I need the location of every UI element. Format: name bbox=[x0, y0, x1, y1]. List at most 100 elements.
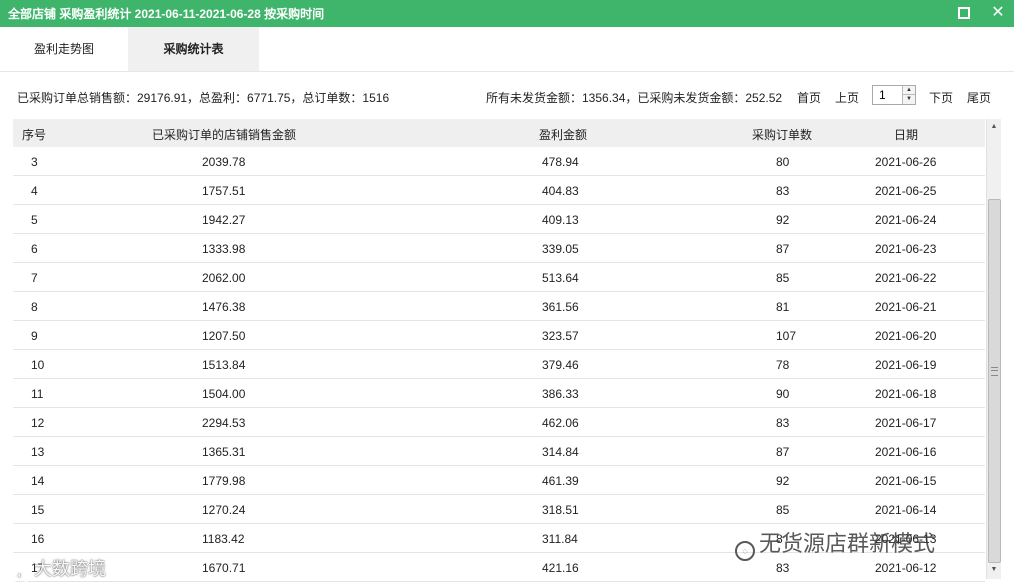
table-row[interactable]: 8 1476.38 361.56 81 2021-06-21 bbox=[13, 292, 985, 321]
cell-profit: 478.94 bbox=[542, 155, 579, 169]
cell-orders: 85 bbox=[776, 503, 790, 517]
cell-profit: 462.06 bbox=[542, 416, 579, 430]
cell-date: 2021-06-26 bbox=[875, 155, 937, 169]
cell-index: 9 bbox=[31, 329, 38, 343]
maximize-button[interactable] bbox=[955, 4, 973, 22]
table-row[interactable]: 12 2294.53 462.06 83 2021-06-17 bbox=[13, 408, 985, 437]
cell-sales: 1365.31 bbox=[202, 445, 246, 459]
table-row[interactable]: 15 1270.24 318.51 85 2021-06-14 bbox=[13, 495, 985, 524]
cell-sales: 1270.24 bbox=[202, 503, 246, 517]
scroll-thumb[interactable] bbox=[988, 199, 1001, 563]
table-header: 序号 已采购订单的店铺销售金额 盈利金额 采购订单数 日期 bbox=[13, 119, 985, 147]
cell-index: 7 bbox=[31, 271, 38, 285]
pager-first-button[interactable]: 首页 bbox=[797, 89, 821, 106]
cell-index: 6 bbox=[31, 242, 38, 256]
table-row[interactable]: 4 1757.51 404.83 83 2021-06-25 bbox=[13, 176, 985, 205]
cell-profit: 318.51 bbox=[542, 503, 579, 517]
spin-down-icon[interactable]: ▼ bbox=[902, 95, 915, 104]
cell-orders: 83 bbox=[776, 184, 790, 198]
page-number-stepper[interactable]: ▲ ▼ bbox=[872, 85, 916, 105]
cell-date: 2021-06-24 bbox=[875, 213, 937, 227]
purchase-stats-table: 序号 已采购订单的店铺销售金额 盈利金额 采购订单数 日期 3 2039.78 47… bbox=[13, 119, 985, 585]
cell-orders: 78 bbox=[776, 358, 790, 372]
cell-orders: 83 bbox=[776, 561, 790, 575]
vertical-scrollbar[interactable]: ▲ ▼ bbox=[986, 119, 1001, 579]
cell-profit: 461.39 bbox=[542, 474, 579, 488]
cell-date: 2021-06-17 bbox=[875, 416, 937, 430]
cell-sales: 1333.98 bbox=[202, 242, 246, 256]
cell-date: 2021-06-20 bbox=[875, 329, 937, 343]
table-row[interactable]: 3 2039.78 478.94 80 2021-06-26 bbox=[13, 147, 985, 176]
scroll-down-icon[interactable]: ▼ bbox=[987, 563, 1001, 577]
wechat-icon: ◌ bbox=[735, 541, 755, 561]
cell-index: 11 bbox=[31, 387, 44, 401]
watermark-left: ◐ 大数跨境 bbox=[10, 555, 106, 585]
cell-sales: 2294.53 bbox=[202, 416, 246, 430]
cell-orders: 87 bbox=[776, 445, 790, 459]
column-header-sales[interactable]: 已采购订单的店铺销售金额 bbox=[152, 126, 296, 143]
cell-sales: 2062.00 bbox=[202, 271, 246, 285]
cell-sales: 1183.42 bbox=[202, 532, 245, 546]
pager-prev-button[interactable]: 上页 bbox=[835, 89, 859, 106]
table-row[interactable]: 7 2062.00 513.64 85 2021-06-22 bbox=[13, 263, 985, 292]
cell-sales: 2039.78 bbox=[202, 155, 246, 169]
cell-profit: 513.64 bbox=[542, 271, 579, 285]
table-row[interactable]: 6 1333.98 339.05 87 2021-06-23 bbox=[13, 234, 985, 263]
summary-unshipped: 所有未发货金额：1356.34，已采购未发货金额：252.52 bbox=[486, 91, 783, 105]
pager-last-button[interactable]: 尾页 bbox=[967, 89, 991, 106]
scroll-up-icon[interactable]: ▲ bbox=[987, 120, 1001, 134]
cell-date: 2021-06-21 bbox=[875, 300, 937, 314]
column-header-profit[interactable]: 盈利金额 bbox=[539, 126, 587, 143]
title-bar: 全部店铺 采购盈利统计 2021-06-11-2021-06-28 按采购时间 … bbox=[0, 0, 1014, 27]
cell-orders: 81 bbox=[776, 300, 790, 314]
table-row[interactable]: 11 1504.00 386.33 90 2021-06-18 bbox=[13, 379, 985, 408]
column-header-index[interactable]: 序号 bbox=[22, 126, 46, 143]
cell-date: 2021-06-25 bbox=[875, 184, 937, 198]
table-row[interactable]: 10 1513.84 379.46 78 2021-06-19 bbox=[13, 350, 985, 379]
cell-sales: 1207.50 bbox=[202, 329, 246, 343]
cell-index: 8 bbox=[31, 300, 38, 314]
cell-index: 5 bbox=[31, 213, 38, 227]
cell-orders: 83 bbox=[776, 416, 790, 430]
table-row[interactable]: 13 1365.31 314.84 87 2021-06-16 bbox=[13, 437, 985, 466]
cell-date: 2021-06-22 bbox=[875, 271, 937, 285]
cell-date: 2021-06-23 bbox=[875, 242, 937, 256]
cell-profit: 314.84 bbox=[542, 445, 579, 459]
cell-sales: 1504.00 bbox=[202, 387, 246, 401]
cell-profit: 404.83 bbox=[542, 184, 579, 198]
tab-purchase-stats[interactable]: 采购统计表 bbox=[128, 27, 259, 71]
window-title: 全部店铺 采购盈利统计 2021-06-11-2021-06-28 按采购时间 bbox=[8, 7, 325, 21]
pager-next-button[interactable]: 下页 bbox=[929, 89, 953, 106]
cell-index: 14 bbox=[31, 474, 45, 488]
cell-index: 16 bbox=[31, 532, 45, 546]
cell-orders: 92 bbox=[776, 213, 790, 227]
cell-date: 2021-06-16 bbox=[875, 445, 937, 459]
cell-profit: 311.84 bbox=[542, 532, 578, 546]
cell-profit: 361.56 bbox=[542, 300, 579, 314]
tab-profit-trend[interactable]: 盈利走势图 bbox=[0, 27, 128, 71]
summary-totals: 已采购订单总销售额：29176.91，总盈利：6771.75，总订单数：1516 bbox=[17, 91, 390, 105]
cell-profit: 379.46 bbox=[542, 358, 579, 372]
cell-profit: 323.57 bbox=[542, 329, 579, 343]
column-header-date[interactable]: 日期 bbox=[894, 126, 918, 143]
close-button[interactable]: ✕ bbox=[989, 4, 1007, 22]
watermark-right: ◌ 无货源店群新模式 bbox=[735, 526, 935, 561]
cell-index: 12 bbox=[31, 416, 45, 430]
cell-sales: 1513.84 bbox=[202, 358, 246, 372]
spin-up-icon[interactable]: ▲ bbox=[902, 86, 915, 95]
cell-sales: 1779.98 bbox=[202, 474, 246, 488]
cell-profit: 409.13 bbox=[542, 213, 579, 227]
table-row[interactable]: 14 1779.98 461.39 92 2021-06-15 bbox=[13, 466, 985, 495]
cell-orders: 85 bbox=[776, 271, 790, 285]
table-row[interactable]: 5 1942.27 409.13 92 2021-06-24 bbox=[13, 205, 985, 234]
cell-profit: 386.33 bbox=[542, 387, 579, 401]
cell-date: 2021-06-12 bbox=[875, 561, 937, 575]
logo-icon: ◐ bbox=[10, 565, 30, 585]
cell-index: 10 bbox=[31, 358, 45, 372]
maximize-icon bbox=[958, 7, 970, 19]
column-header-orders[interactable]: 采购订单数 bbox=[752, 126, 812, 143]
cell-sales: 1670.71 bbox=[202, 561, 246, 575]
cell-sales: 1942.27 bbox=[202, 213, 246, 227]
cell-sales: 1476.38 bbox=[202, 300, 246, 314]
table-row[interactable]: 9 1207.50 323.57 107 2021-06-20 bbox=[13, 321, 985, 350]
